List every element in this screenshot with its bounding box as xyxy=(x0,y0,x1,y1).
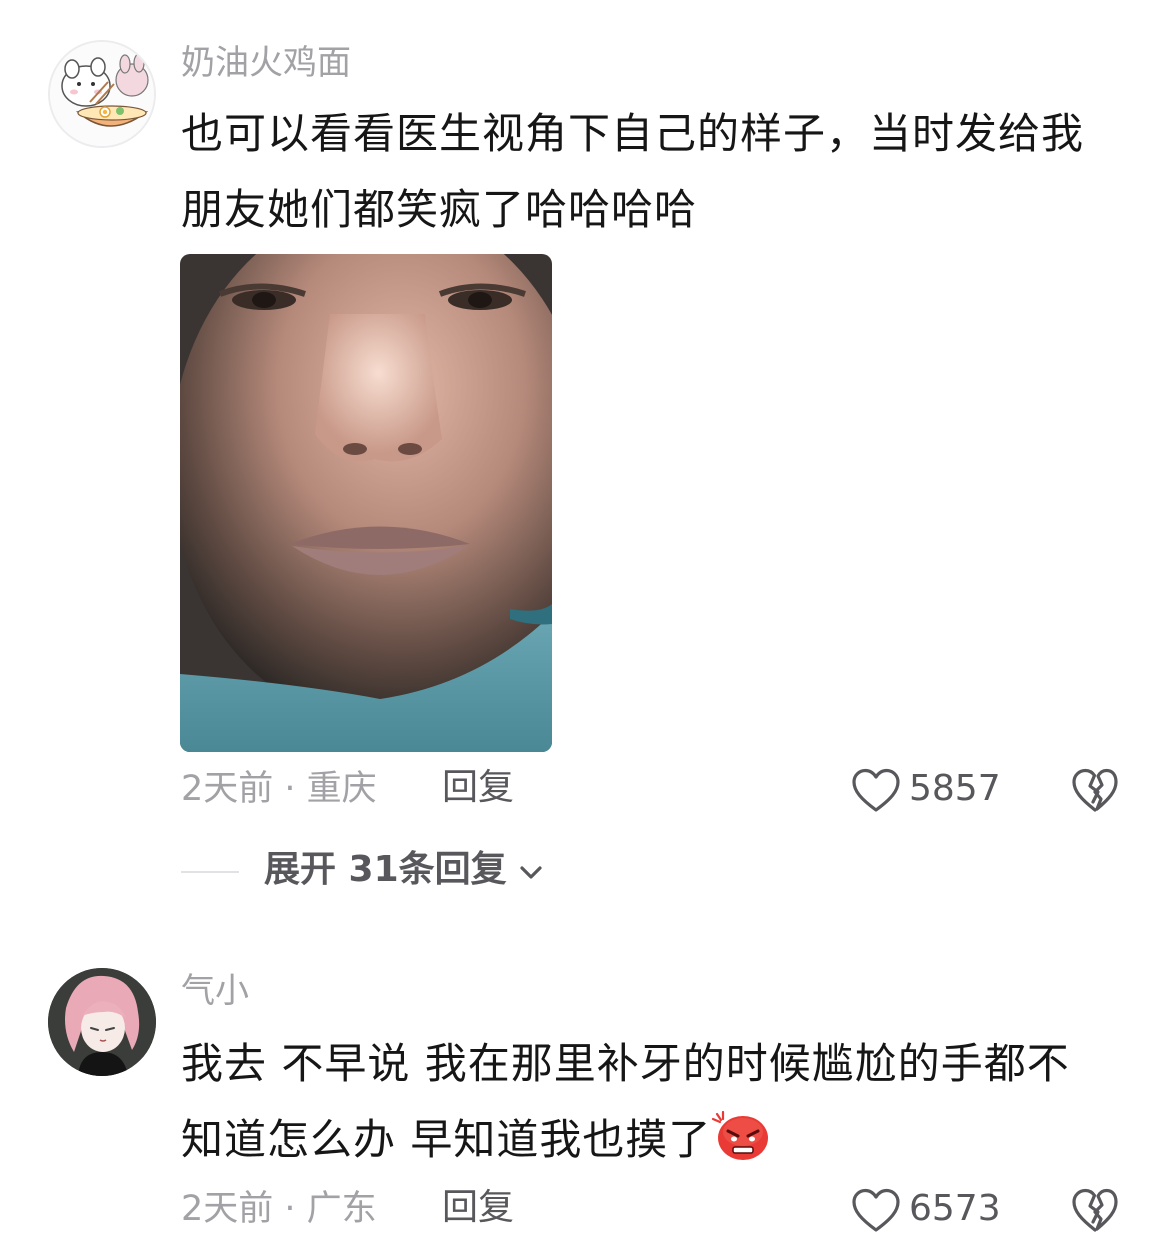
chevron-down-icon xyxy=(520,866,542,879)
like-count: 5857 xyxy=(909,768,1001,809)
avatar[interactable] xyxy=(48,968,156,1076)
expand-replies-label: 展开 31条回复 xyxy=(264,849,507,890)
reply-button[interactable]: 回复 xyxy=(442,770,514,806)
comment-photo[interactable] xyxy=(180,254,552,752)
heart-outline-icon[interactable] xyxy=(851,768,901,814)
comment-time-location: 2天前 · 广东 xyxy=(181,1189,377,1229)
comment-text-line: 朋友她们都笑疯了哈哈哈哈 xyxy=(181,185,698,234)
avatar[interactable] xyxy=(48,40,156,148)
username[interactable]: 气小 xyxy=(181,974,249,1008)
expand-replies[interactable]: 展开 31条回复 xyxy=(0,846,1169,896)
comment-text-line: 我去 不早说 我在那里补牙的时候尴尬的手都不 xyxy=(181,1039,1070,1088)
comment-meta: 2天前 · 广东 回复 6573 xyxy=(0,1188,1169,1238)
heart-outline-icon[interactable] xyxy=(851,1188,901,1234)
comment-meta: 2天前 · 重庆 回复 5857 xyxy=(0,768,1169,818)
face-selfie-photo xyxy=(180,254,552,752)
comment-text: 也可以看看医生视角下自己的样子，当时发给我 朋友她们都笑疯了哈哈哈哈 xyxy=(181,96,1131,248)
expand-divider xyxy=(181,871,239,873)
reply-button[interactable]: 回复 xyxy=(442,1190,514,1226)
username[interactable]: 奶油火鸡面 xyxy=(181,46,351,80)
comment-time-location: 2天前 · 重庆 xyxy=(181,769,377,809)
cartoon-bunny-ramen-avatar xyxy=(50,42,154,146)
comment-text-line-with-emoji: 知道怎么办 早知道我也摸了 xyxy=(181,1102,1131,1178)
broken-heart-icon[interactable] xyxy=(1071,1188,1119,1234)
comment-text: 我去 不早说 我在那里补牙的时候尴尬的手都不 知道怎么办 早知道我也摸了 xyxy=(181,1026,1131,1178)
comment-text-line: 也可以看看医生视角下自己的样子，当时发给我 xyxy=(181,109,1085,158)
like-count: 6573 xyxy=(909,1188,1001,1229)
broken-heart-icon[interactable] xyxy=(1071,768,1119,814)
comment-text-line: 知道怎么办 早知道我也摸了 xyxy=(181,1115,712,1164)
angry-face-emoji-icon xyxy=(712,1110,769,1160)
anime-pink-hair-avatar xyxy=(48,968,156,1076)
